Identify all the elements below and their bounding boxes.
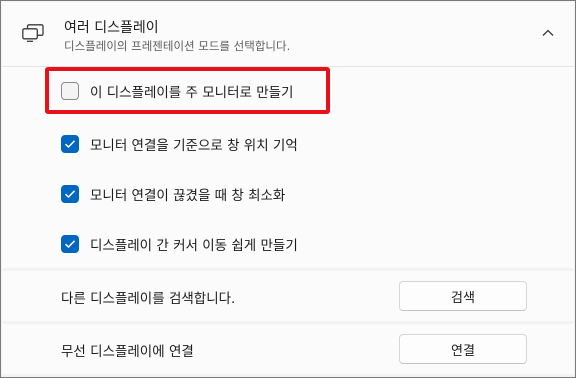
minimize-windows-checkbox[interactable]	[61, 185, 79, 203]
section-subtitle: 디스플레이의 프레젠테이션 모드를 선택합니다.	[64, 39, 291, 53]
multiple-monitors-icon	[22, 24, 44, 42]
checkmark-icon	[64, 190, 76, 199]
connect-button[interactable]: 연결	[399, 334, 527, 364]
ease-cursor-movement-label: 디스플레이 간 커서 이동 쉽게 만들기	[90, 238, 298, 254]
checkbox-row-ease-cursor-movement[interactable]: 디스플레이 간 커서 이동 쉽게 만들기	[61, 232, 298, 256]
remember-window-locations-checkbox[interactable]	[61, 135, 79, 153]
chevron-up-icon[interactable]	[541, 28, 555, 38]
wireless-display-label: 무선 디스플레이에 연결	[61, 344, 194, 360]
detect-button[interactable]: 검색	[399, 281, 527, 311]
wireless-display-row: 무선 디스플레이에 연결 연결	[2, 324, 574, 374]
detect-displays-label: 다른 디스플레이를 검색합니다.	[61, 291, 236, 307]
checkbox-row-remember-window-locations[interactable]: 모니터 연결을 기준으로 창 위치 기억	[61, 132, 298, 156]
window-frame: 여러 디스플레이 디스플레이의 프레젠테이션 모드를 선택합니다. 이 디스플레…	[0, 0, 576, 378]
checkbox-row-minimize-windows[interactable]: 모니터 연결이 끊겼을 때 창 최소화	[61, 182, 285, 206]
minimize-windows-label: 모니터 연결이 끊겼을 때 창 최소화	[90, 188, 286, 204]
ease-cursor-movement-checkbox[interactable]	[61, 235, 79, 253]
section-title: 여러 디스플레이	[64, 20, 159, 36]
detect-displays-row: 다른 디스플레이를 검색합니다. 검색	[2, 271, 574, 321]
checkmark-icon	[64, 140, 76, 149]
remember-window-locations-label: 모니터 연결을 기준으로 창 위치 기억	[90, 138, 298, 154]
multiple-displays-header[interactable]: 여러 디스플레이 디스플레이의 프레젠테이션 모드를 선택합니다.	[2, 2, 574, 67]
highlight-box	[45, 67, 330, 114]
checkmark-icon	[64, 240, 76, 249]
